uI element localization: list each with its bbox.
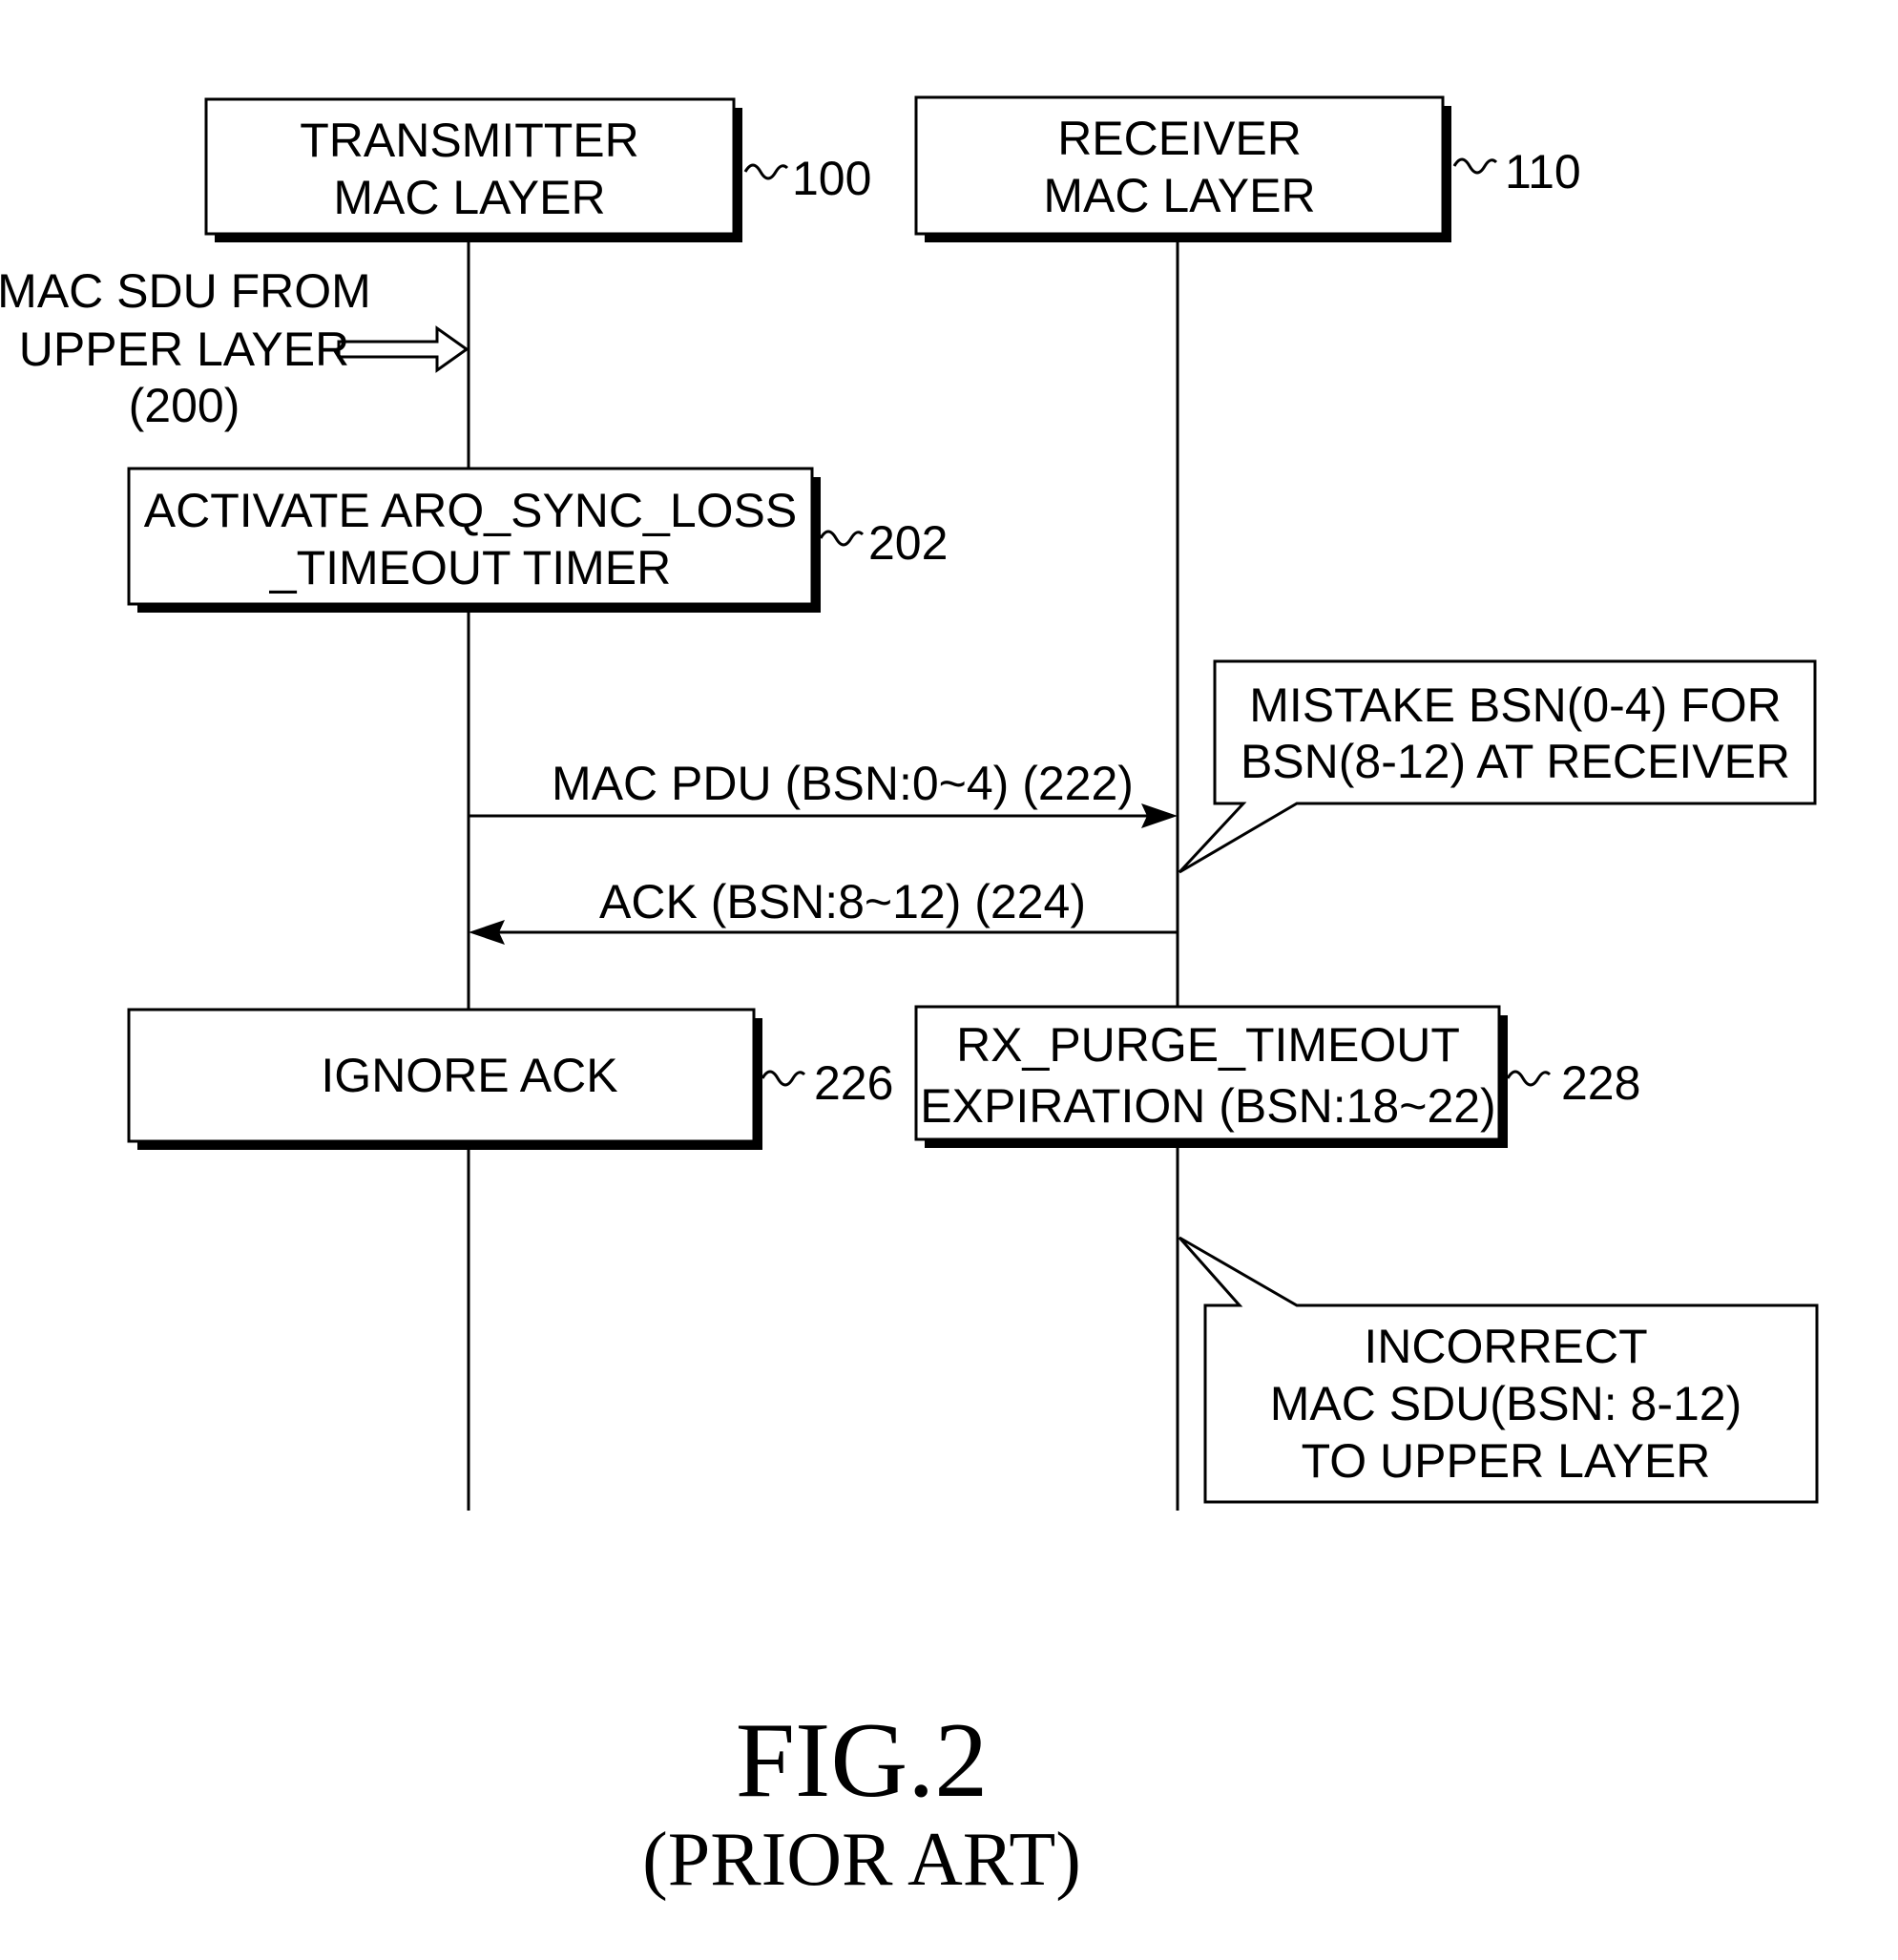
step-228-line1: RX_PURGE_TIMEOUT (956, 1018, 1460, 1072)
callout-incorrect-line3: TO UPPER LAYER (1302, 1434, 1711, 1488)
ref-tilde-icon (819, 530, 865, 547)
message-label-222: MAC PDU (BSN:0~4) (222) (552, 757, 1134, 810)
step-228-line2: EXPIRATION (BSN:18~22) (920, 1079, 1495, 1133)
receiver-ref-number: 110 (1505, 145, 1581, 198)
transmitter-ref-number: 100 (792, 152, 871, 205)
transmitter-title-line1: TRANSMITTER (300, 114, 639, 167)
input-label-line1: MAC SDU FROM (0, 264, 371, 318)
callout-incorrect: INCORRECT MAC SDU(BSN: 8-12) TO UPPER LA… (1178, 1236, 1819, 1504)
callout-incorrect-line1: INCORRECT (1364, 1320, 1647, 1373)
step-226-ref: 226 (814, 1056, 893, 1110)
step-202-line1: ACTIVATE ARQ_SYNC_LOSS (144, 484, 797, 537)
transmitter-title-line2: MAC LAYER (333, 171, 605, 224)
callout-mistake: MISTAKE BSN(0-4) FOR BSN(8-12) AT RECEIV… (1178, 659, 1817, 874)
step-228-ref: 228 (1561, 1056, 1640, 1110)
figure-title: FIG.2 (736, 1701, 988, 1820)
input-label-line2: UPPER LAYER (19, 323, 349, 376)
step-box-228: RX_PURGE_TIMEOUT EXPIRATION (BSN:18~22) (914, 1005, 1508, 1148)
step-202-ref: 202 (868, 516, 948, 570)
transmitter-box: TRANSMITTER MAC LAYER (204, 97, 742, 242)
ref-tilde-icon (1506, 1070, 1552, 1087)
sequence-diagram: TRANSMITTER MAC LAYER 100 RECEIVER MAC L… (0, 95, 1819, 1902)
step-226-line1: IGNORE ACK (321, 1049, 617, 1102)
ref-tilde-icon (761, 1070, 806, 1087)
receiver-box: RECEIVER MAC LAYER (914, 95, 1451, 242)
step-box-202: ACTIVATE ARQ_SYNC_LOSS _TIMEOUT TIMER (127, 467, 821, 613)
receiver-title-line1: RECEIVER (1057, 112, 1302, 165)
callout-mistake-line1: MISTAKE BSN(0-4) FOR (1249, 678, 1781, 732)
callout-incorrect-line2: MAC SDU(BSN: 8-12) (1270, 1377, 1742, 1430)
figure-subtitle: (PRIOR ART) (642, 1818, 1081, 1902)
input-label-ref: (200) (129, 379, 240, 432)
receiver-title-line2: MAC LAYER (1043, 169, 1315, 222)
ref-tilde-icon (743, 163, 789, 180)
step-202-line2: _TIMEOUT TIMER (269, 541, 671, 594)
message-label-224: ACK (BSN:8~12) (224) (599, 875, 1086, 928)
ref-tilde-icon (1452, 157, 1498, 175)
step-box-226: IGNORE ACK (127, 1008, 762, 1150)
callout-mistake-line2: BSN(8-12) AT RECEIVER (1241, 735, 1790, 788)
hollow-arrow-right-icon (337, 325, 469, 373)
